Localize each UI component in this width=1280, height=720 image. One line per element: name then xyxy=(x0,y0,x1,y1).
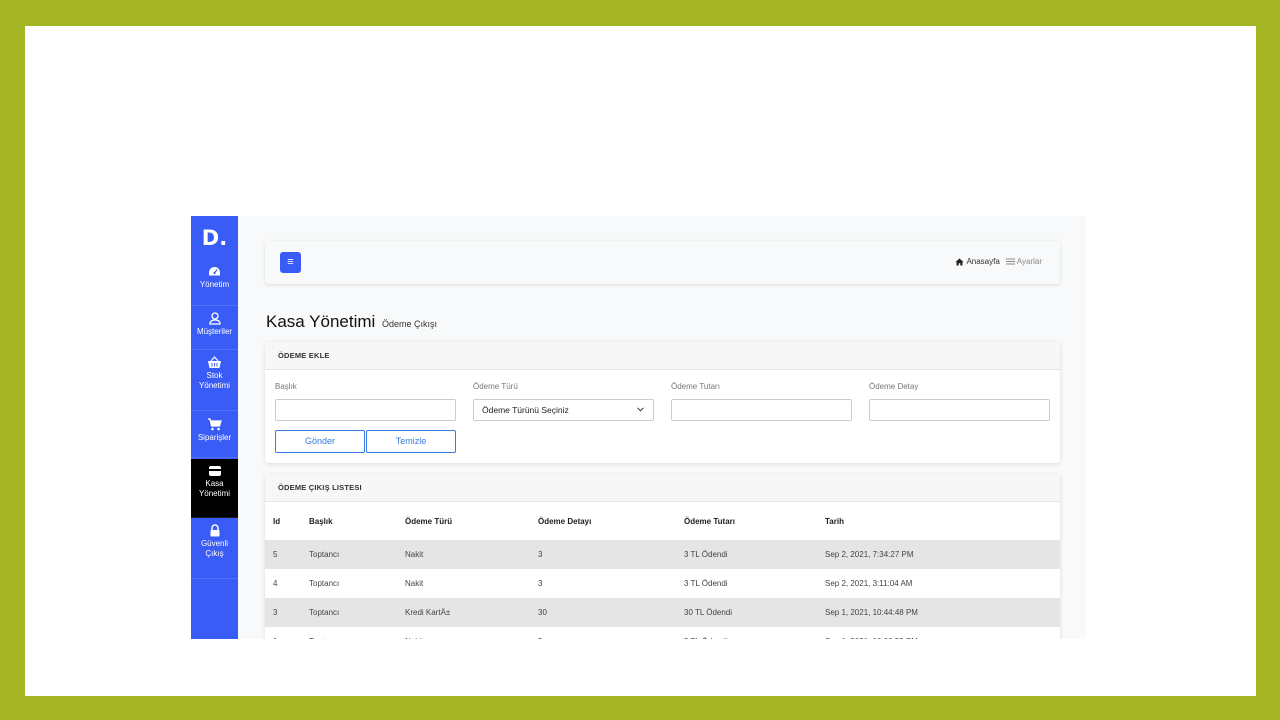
table-cell: 3 xyxy=(265,598,309,627)
settings-link[interactable]: Ayarlar xyxy=(1005,257,1042,266)
table-cell: 3 xyxy=(538,540,684,569)
sidebar-item-label: Çıkış xyxy=(205,549,224,558)
payment-table: Id Başlık Ödeme Türü Ödeme Detayı Ödeme … xyxy=(265,502,1060,639)
table-cell: Sep 1, 2021, 10:08:53 PM xyxy=(825,627,1060,639)
home-icon xyxy=(955,258,964,265)
table-cell: Nakit xyxy=(405,579,424,588)
sidebar-item-cikis[interactable]: Güvenli Çıkış xyxy=(191,524,238,579)
sidebar-item-label: Yönetimi xyxy=(198,489,231,498)
user-icon xyxy=(208,312,221,325)
table-cell: 3 xyxy=(538,579,543,588)
table-row[interactable]: 1 Toptancı Nakit 5 5 TL Ödendi Sep 1, 20… xyxy=(265,627,1060,639)
card-header: ÖDEME ÇIKIŞ LISTESI xyxy=(265,474,1060,502)
column-header[interactable]: Id xyxy=(265,502,309,540)
table-cell: 4 xyxy=(273,579,278,588)
clear-button[interactable]: Temizle xyxy=(366,430,456,453)
logo: D. xyxy=(201,226,228,250)
top-navbar: ≡ Anasayfa Ayarlar xyxy=(265,241,1060,284)
sidebar-item-siparisler[interactable]: Siparişler xyxy=(191,418,238,458)
table-cell: Toptancı xyxy=(309,598,405,627)
table-cell: Toptancı xyxy=(309,540,405,569)
table-cell: 30 TL Ödendi xyxy=(684,598,825,627)
detay-input[interactable] xyxy=(869,399,1050,421)
sidebar-item-stok[interactable]: Stok Yönetimi xyxy=(191,356,238,411)
column-header[interactable]: Ödeme Detayı xyxy=(538,502,684,540)
basket-icon xyxy=(208,356,221,368)
sidebar-item-kasa[interactable]: Kasa Yönetimi xyxy=(191,459,238,518)
home-link-label: Anasayfa xyxy=(966,257,1000,266)
card-header: ÖDEME EKLE xyxy=(265,342,1060,370)
table-row[interactable]: 5 Toptancı Nakit 3 3 TL Ödendi Sep 2, 20… xyxy=(265,540,1060,569)
column-header[interactable]: Ödeme Tutarı xyxy=(684,502,825,540)
cashbox-icon xyxy=(208,466,221,476)
detay-label: Ödeme Detay xyxy=(869,382,919,391)
table-row[interactable]: 4 Toptancı Nakit 3 3 TL Ödendi Sep 2, 20… xyxy=(265,569,1060,598)
table-cell: 30 xyxy=(538,598,684,627)
tutar-label: Ödeme Tutarı xyxy=(671,382,720,391)
tur-select-value: Ödeme Türünü Seçiniz xyxy=(482,405,569,415)
column-header[interactable]: Başlık xyxy=(309,502,405,540)
sidebar-item-label: Yönetimi xyxy=(198,381,231,390)
tur-select[interactable]: Ödeme Türünü Seçiniz xyxy=(473,399,654,421)
sidebar-item-label: Siparişler xyxy=(197,433,232,442)
payment-list-card: ÖDEME ÇIKIŞ LISTESI Id Başlık Ödeme Türü… xyxy=(265,474,1060,639)
cart-icon xyxy=(208,418,222,431)
table-cell: Sep 2, 2021, 7:34:27 PM xyxy=(825,540,1060,569)
sidebar-item-label: Kasa xyxy=(205,479,224,488)
sidebar-item-label: Yönetim xyxy=(199,280,230,289)
payment-form: Başlık Ödeme Türü Ödeme Türünü Seçiniz Ö… xyxy=(265,370,1060,463)
sidebar: D. Yönetim Müşteriler Stok Yönetimi Sipa… xyxy=(191,216,238,639)
column-header[interactable]: Ödeme Türü xyxy=(405,502,538,540)
column-header[interactable]: Tarih xyxy=(825,502,1060,540)
table-cell: 3 TL Ödendi xyxy=(684,540,825,569)
top-nav-links: Anasayfa Ayarlar xyxy=(955,257,1042,266)
table-cell: 5 TL Ödendi xyxy=(684,627,825,639)
table-cell: Toptancı xyxy=(309,579,340,588)
table-cell: 1 xyxy=(265,627,309,639)
page-title: Kasa Yönetimi Ödeme Çıkışı xyxy=(266,312,437,332)
table-cell: 3 TL Ödendi xyxy=(684,579,728,588)
tutar-input[interactable] xyxy=(671,399,852,421)
table-cell: Sep 2, 2021, 3:11:04 AM xyxy=(825,579,913,588)
table-cell: 5 xyxy=(265,540,309,569)
table-cell: Nakit xyxy=(405,540,538,569)
page-title-text: Kasa Yönetimi xyxy=(266,312,376,331)
sidebar-item-label: Stok xyxy=(206,371,223,380)
table-row[interactable]: 3 Toptancı Kredi KartÄ± 30 30 TL Ödendi … xyxy=(265,598,1060,627)
baslik-label: Başlık xyxy=(275,382,297,391)
baslik-input[interactable] xyxy=(275,399,456,421)
sidebar-item-yonetim[interactable]: Yönetim xyxy=(191,266,238,306)
menu-toggle-button[interactable]: ≡ xyxy=(280,252,301,273)
app-window: D. Yönetim Müşteriler Stok Yönetimi Sipa… xyxy=(191,216,1086,639)
submit-button[interactable]: Gönder xyxy=(275,430,365,453)
table-cell: Nakit xyxy=(405,627,538,639)
table-cell: Toptancı xyxy=(309,627,405,639)
sidebar-item-musteriler[interactable]: Müşteriler xyxy=(191,312,238,350)
list-icon xyxy=(1005,258,1015,265)
settings-link-label: Ayarlar xyxy=(1016,257,1042,266)
home-link[interactable]: Anasayfa xyxy=(955,257,1000,266)
tur-label: Ödeme Türü xyxy=(473,382,518,391)
sidebar-item-label: Müşteriler xyxy=(196,327,233,336)
sidebar-item-label: Güvenli xyxy=(200,539,229,548)
gauge-icon xyxy=(209,267,220,276)
table-cell: 5 xyxy=(538,627,684,639)
table-header-row: Id Başlık Ödeme Türü Ödeme Detayı Ödeme … xyxy=(265,502,1060,540)
table-cell: Sep 1, 2021, 10:44:48 PM xyxy=(825,598,1060,627)
table-cell: Kredi KartÄ± xyxy=(405,598,538,627)
lock-icon xyxy=(210,524,219,537)
main-content: ≡ Anasayfa Ayarlar Kasa Yönetimi Ödeme Ç… xyxy=(238,216,1086,639)
chevron-down-icon xyxy=(637,400,644,420)
page-subtitle: Ödeme Çıkışı xyxy=(382,319,438,329)
payment-add-card: ÖDEME EKLE Başlık Ödeme Türü Ödeme Türün… xyxy=(265,342,1060,463)
